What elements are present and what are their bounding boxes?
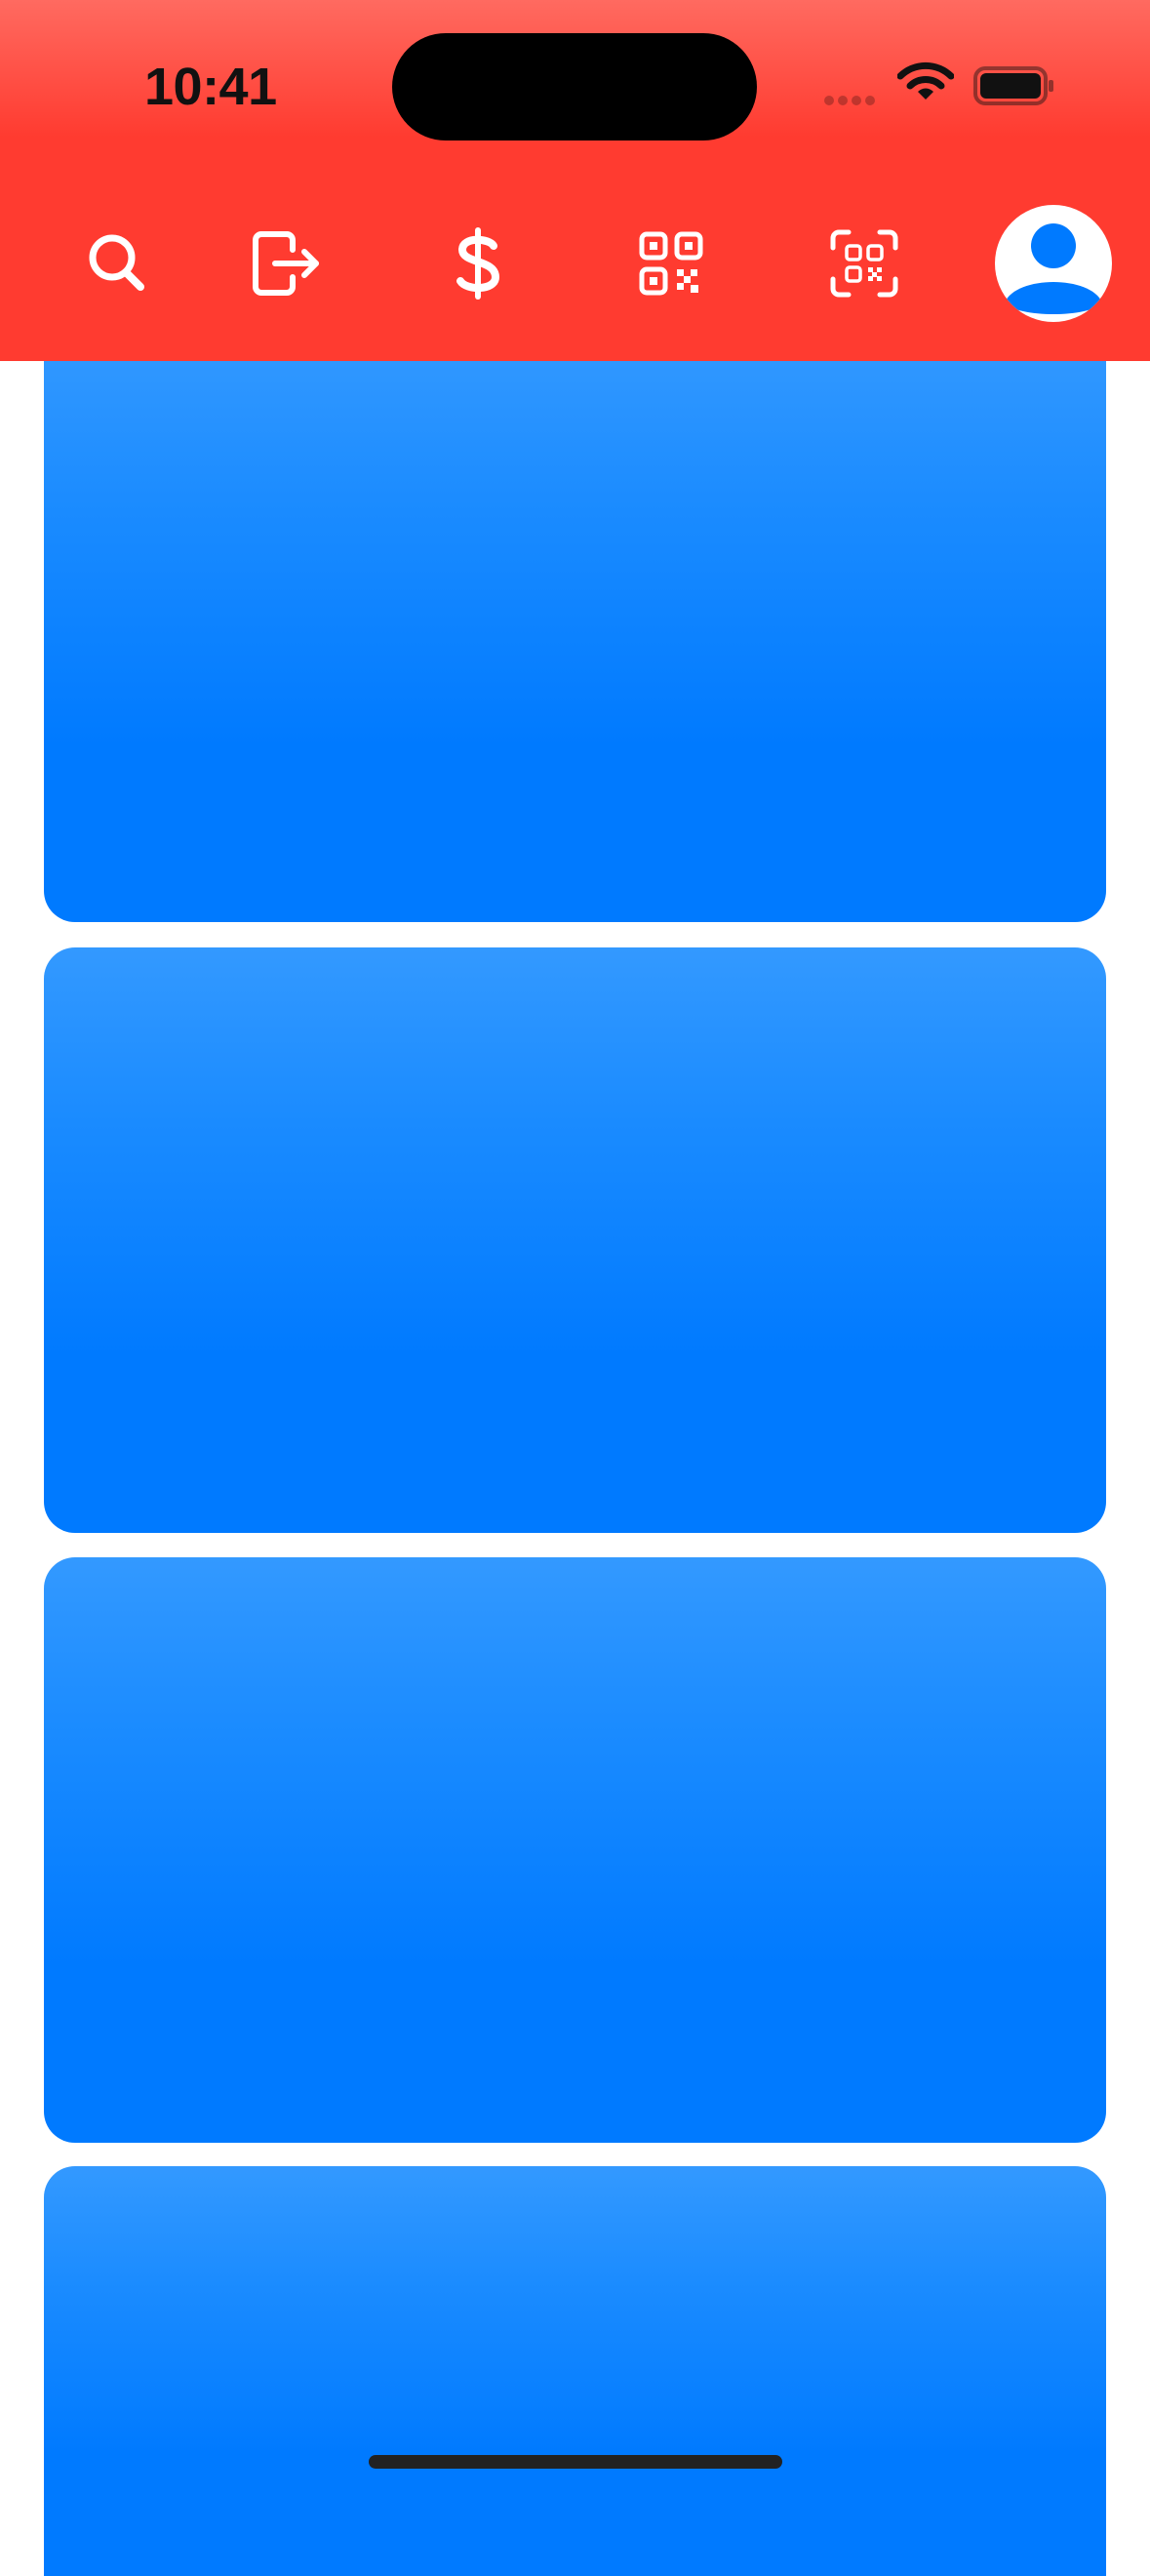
card-4[interactable] (44, 2166, 1106, 2576)
card-1[interactable] (44, 337, 1106, 922)
qr-scan-icon[interactable] (827, 226, 901, 301)
qr-code-icon[interactable] (634, 226, 708, 301)
battery-icon (973, 66, 1053, 105)
profile-avatar-icon[interactable] (995, 205, 1112, 322)
top-toolbar: 10:41 (0, 0, 1150, 361)
home-indicator[interactable] (369, 2455, 782, 2469)
dynamic-island (392, 33, 757, 141)
cellular-signal-icon (824, 93, 879, 110)
sign-out-icon[interactable] (248, 226, 322, 301)
dollar-icon[interactable] (441, 226, 515, 301)
wifi-icon (897, 61, 954, 100)
search-icon[interactable] (80, 226, 154, 301)
status-time: 10:41 (144, 58, 277, 116)
card-3[interactable] (44, 1557, 1106, 2143)
card-2[interactable] (44, 947, 1106, 1533)
